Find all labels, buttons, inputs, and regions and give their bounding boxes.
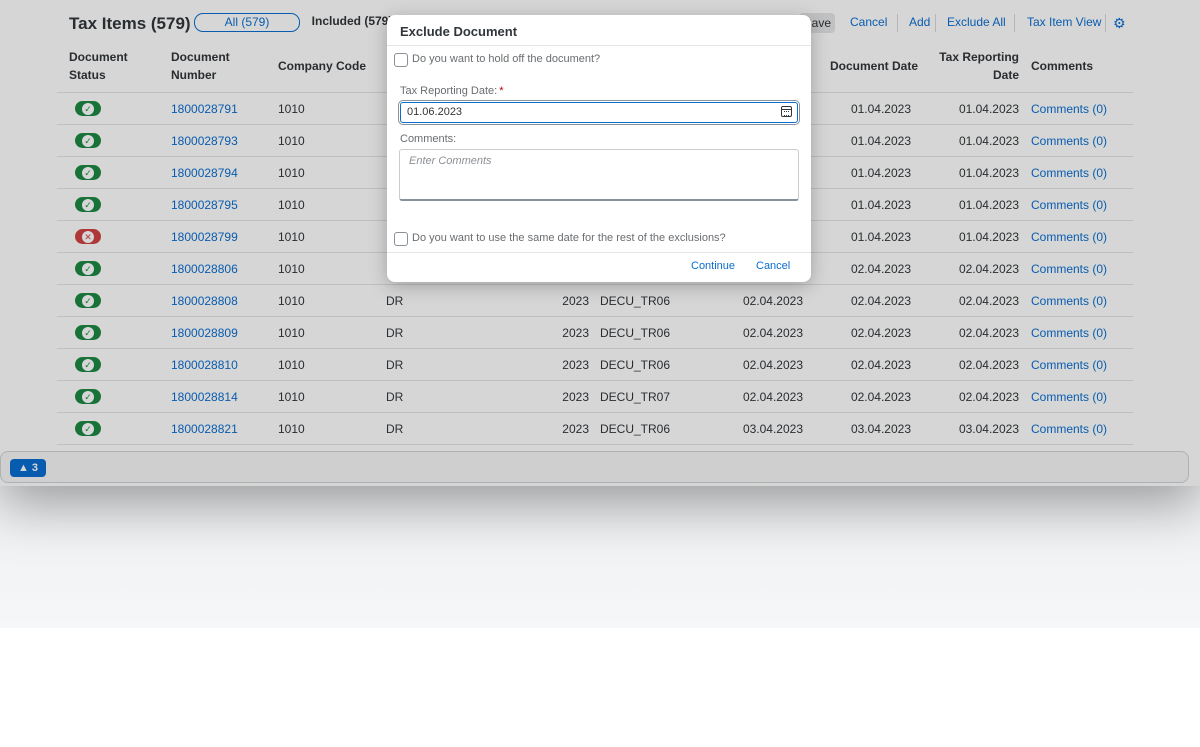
same-date-checkbox[interactable] (394, 232, 408, 246)
calendar-icon[interactable] (781, 106, 792, 117)
app-window: Tax Items (579) All (579) Included (579)… (0, 0, 1200, 486)
comments-label: Comments: (400, 133, 457, 145)
comments-textarea[interactable]: Enter Comments (399, 149, 799, 201)
required-indicator: * (499, 85, 504, 97)
tax-reporting-date-label: Tax Reporting Date: * (400, 85, 504, 97)
hold-off-checkbox[interactable] (394, 53, 408, 67)
same-date-label: Do you want to use the same date for the… (412, 232, 726, 244)
comments-placeholder: Enter Comments (409, 155, 492, 167)
dialog-cancel-button[interactable]: Cancel (756, 260, 790, 272)
dialog-title: Exclude Document (400, 24, 518, 39)
dialog-divider (387, 45, 811, 46)
continue-button[interactable]: Continue (691, 260, 735, 272)
date-value: 01.06.2023 (407, 106, 463, 118)
exclude-document-dialog: Exclude Document Do you want to hold off… (387, 15, 811, 282)
dialog-footer-divider (387, 252, 811, 253)
hold-off-label: Do you want to hold off the document? (412, 53, 601, 65)
tax-reporting-date-input[interactable]: 01.06.2023 (398, 100, 800, 125)
